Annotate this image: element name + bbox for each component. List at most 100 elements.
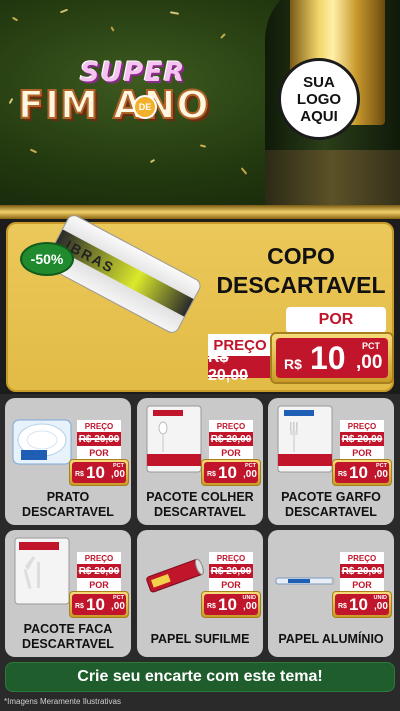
price-unit: PCT xyxy=(113,595,124,601)
old-price-value: R$ 20,00 xyxy=(341,433,383,445)
plastic-wrap-roll-icon xyxy=(146,558,204,593)
confetti xyxy=(199,144,207,148)
confetti xyxy=(110,26,115,32)
title-connector: DE xyxy=(133,95,157,119)
old-price-value: R$ 20,00 xyxy=(78,565,120,577)
confetti xyxy=(11,16,19,22)
product-name-line: PAPEL SUFILME xyxy=(150,632,250,646)
product-name: PAPEL ALUMÍNIO xyxy=(268,632,394,647)
product-name: PACOTE FACA DESCARTAVEL xyxy=(5,622,131,652)
price-decimal: ,00 xyxy=(374,601,388,612)
price-decimal: ,00 xyxy=(243,469,257,480)
new-price-inner: R$ 10 ,00 UNID xyxy=(335,594,389,615)
disclaimer: *Imagens Meramente Ilustrativas xyxy=(4,697,121,706)
currency: R$ xyxy=(338,471,347,478)
product-name-line: DESCARTAVEL xyxy=(22,637,114,651)
new-price-tag: R$ 10 ,00 PCT xyxy=(270,332,394,384)
old-price: R$ 20,00 xyxy=(208,349,272,384)
old-price-value: R$ 20,00 xyxy=(210,433,252,445)
create-flyer-button[interactable]: Crie seu encarte com este tema! xyxy=(5,662,395,692)
product-name: PRATO DESCARTAVEL xyxy=(5,490,131,520)
product-name-line: PACOTE GARFO xyxy=(281,490,381,504)
new-price-tag: R$ 10 ,00 UNID xyxy=(332,591,392,618)
new-price-tag: R$ 10 ,00 PCT xyxy=(69,591,129,618)
product-card[interactable]: PREÇO R$ 20,00 POR R$ 10 ,00 UNID PAPEL … xyxy=(137,530,263,657)
logo-line-3: AQUI xyxy=(300,107,338,125)
confetti xyxy=(59,8,69,14)
new-price-inner: R$ 10 ,00 UNID xyxy=(204,594,258,615)
price-unit: PCT xyxy=(362,341,380,351)
product-card[interactable]: PREÇO R$ 20,00 POR R$ 10 ,00 PCT PACOTE … xyxy=(5,530,131,657)
price-integer: 10 xyxy=(218,463,237,482)
gold-divider xyxy=(0,205,400,219)
price-decimal: ,00 xyxy=(243,601,257,612)
currency: R$ xyxy=(338,603,347,610)
old-price-label: PREÇO xyxy=(77,420,121,432)
event-title: SUPER FIM ANO DE xyxy=(17,55,258,135)
product-name: PACOTE COLHER DESCARTAVEL xyxy=(137,490,263,520)
featured-title: COPO DESCARTAVEL xyxy=(208,242,394,300)
bottle-label xyxy=(265,150,400,205)
new-price-label: POR xyxy=(209,578,253,591)
price-unit: PCT xyxy=(245,463,256,469)
price-unit: UNID xyxy=(242,595,256,601)
price-unit: PCT xyxy=(113,463,124,469)
old-price-value: R$ 20,00 xyxy=(78,433,120,445)
title-main: FIM ANO xyxy=(17,82,210,128)
confetti xyxy=(240,167,248,175)
old-price-label: PREÇO xyxy=(209,420,253,432)
new-price-tag: R$ 10 ,00 PCT xyxy=(332,459,392,486)
old-price-label: PREÇO xyxy=(77,552,121,564)
product-name-line: DESCARTAVEL xyxy=(22,505,114,519)
fork-pack-icon xyxy=(277,405,333,473)
product-name: PAPEL SUFILME xyxy=(137,632,263,647)
featured-product-card[interactable]: IBRAS -50% COPO DESCARTAVEL PREÇO R$ 20,… xyxy=(6,212,394,392)
old-price: R$ 20,00 xyxy=(340,564,384,578)
price-integer: 10 xyxy=(310,340,346,376)
aluminum-foil-roll-icon xyxy=(275,577,335,585)
new-price-tag: R$ 10 ,00 PCT xyxy=(69,459,129,486)
price-decimal: ,00 xyxy=(111,469,125,480)
currency: R$ xyxy=(207,603,216,610)
old-price: R$ 20,00 xyxy=(340,432,384,446)
price-integer: 10 xyxy=(86,595,105,614)
old-price-label: PREÇO xyxy=(340,420,384,432)
header-banner: SUPER FIM ANO DE SUA LOGO AQUI xyxy=(0,0,400,205)
new-price-inner: R$ 10 ,00 PCT xyxy=(204,462,258,483)
currency: R$ xyxy=(207,471,216,478)
cup-pack-icon: IBRAS xyxy=(42,212,204,336)
product-card[interactable]: PREÇO R$ 20,00 POR R$ 10 ,00 UNID PAPEL … xyxy=(268,530,394,657)
new-price-inner: R$ 10 ,00 PCT xyxy=(276,338,388,378)
knife-pack-icon xyxy=(14,537,70,605)
product-name-line: DESCARTAVEL xyxy=(154,505,246,519)
product-card[interactable]: PREÇO R$ 20,00 POR R$ 10 ,00 PCT PACOTE … xyxy=(137,398,263,525)
product-card[interactable]: PREÇO R$ 20,00 POR R$ 10 ,00 PCT PRATO D… xyxy=(5,398,131,525)
featured-title-line-2: DESCARTAVEL xyxy=(216,272,386,298)
product-name-line: PRATO xyxy=(46,490,90,504)
product-name-line: PACOTE FACA xyxy=(23,622,113,636)
confetti xyxy=(220,33,226,39)
price-integer: 10 xyxy=(349,463,368,482)
new-price-tag: R$ 10 ,00 UNID xyxy=(201,591,261,618)
price-integer: 10 xyxy=(86,463,105,482)
new-price-label: POR xyxy=(77,578,121,591)
new-price-label: POR xyxy=(340,578,384,591)
new-price-inner: R$ 10 ,00 PCT xyxy=(72,594,126,615)
logo-placeholder[interactable]: SUA LOGO AQUI xyxy=(278,58,360,140)
currency: R$ xyxy=(284,356,302,372)
product-name-line: DESCARTAVEL xyxy=(285,505,377,519)
old-price-value: R$ 20,00 xyxy=(341,565,383,577)
new-price-label: POR xyxy=(340,446,384,459)
confetti xyxy=(169,11,180,15)
new-price-inner: R$ 10 ,00 PCT xyxy=(72,462,126,483)
old-price: R$ 20,00 xyxy=(209,432,253,446)
old-price: R$ 20,00 xyxy=(77,432,121,446)
currency: R$ xyxy=(75,471,84,478)
price-unit: PCT xyxy=(376,463,387,469)
price-integer: 10 xyxy=(349,595,368,614)
confetti xyxy=(29,148,38,154)
product-name: PACOTE GARFO DESCARTAVEL xyxy=(268,490,394,520)
old-price: R$ 20,00 xyxy=(209,564,253,578)
product-card[interactable]: PREÇO R$ 20,00 POR R$ 10 ,00 PCT PACOTE … xyxy=(268,398,394,525)
product-name-line: PAPEL ALUMÍNIO xyxy=(278,632,384,646)
